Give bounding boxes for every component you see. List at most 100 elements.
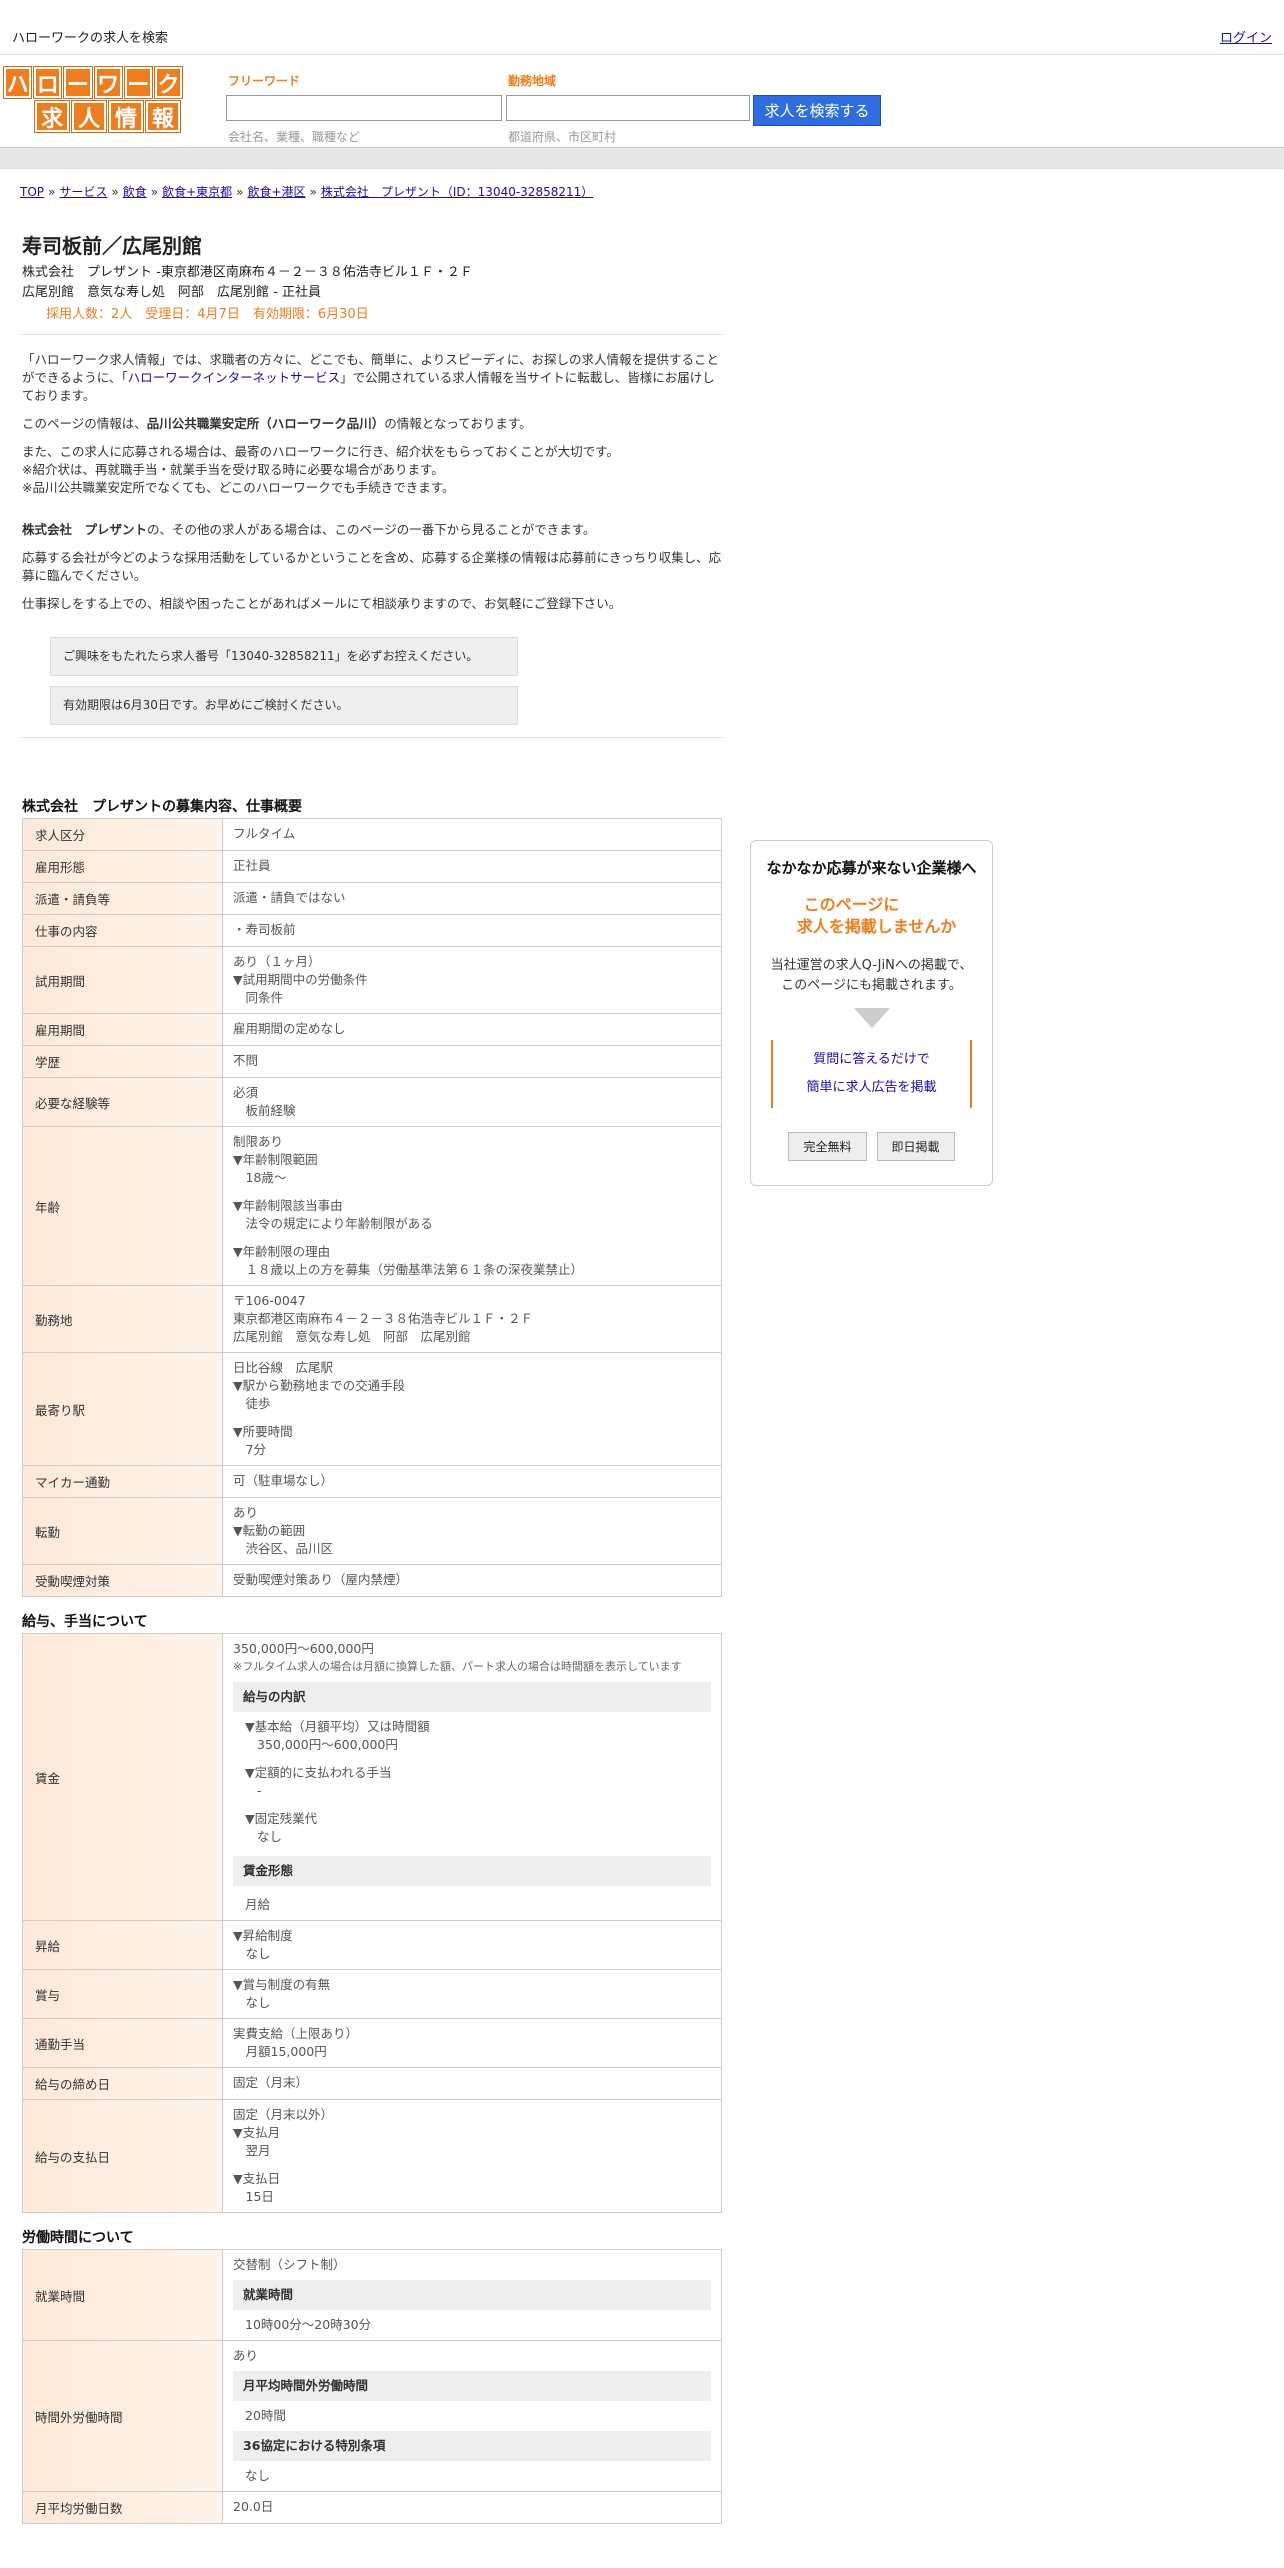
hellowork-logo[interactable]: ハ ロ ー ワ ー ク 求 人 情 報 [4, 67, 183, 135]
row-value: 20.0日 [222, 2491, 722, 2524]
row-value: 正社員 [222, 850, 722, 883]
ad-link-post[interactable]: 簡単に求人広告を掲載 [773, 1074, 970, 1102]
table-row: 派遣・請負等 派遣・請負ではない [22, 882, 722, 915]
intro-p1: 「ハローワーク求人情報」では、求職者の方々に、どこでも、簡単に、よりスピーディに… [22, 352, 720, 403]
table-row: 求人区分 フルタイム [22, 818, 722, 851]
table-row: 試用期間 あり（１ヶ月） ▼試用期間中の労働条件 同条件 [22, 946, 722, 1014]
table-row: 給与の締め日 固定（月末） [22, 2067, 722, 2100]
overview-table: 求人区分 フルタイム 雇用形態 正社員 派遣・請負等 派遣・請負ではない 仕事の内容 ・寿司板… [22, 818, 722, 1597]
row-header: 通勤手当 [22, 2018, 223, 2068]
row-value: あり 月平均時間外労働時間 20時間 36協定における特別条項 なし [222, 2340, 722, 2492]
row-value: 350,000円〜600,000円 ※フルタイム求人の場合は月額に換算した額、パ… [222, 1633, 722, 1921]
intro: 「ハローワーク求人情報」では、求職者の方々に、どこでも、簡単に、よりスピーディに… [22, 351, 722, 725]
row-header: 賞与 [22, 1969, 223, 2019]
logo-char: 情 [109, 101, 143, 132]
row-header: 雇用期間 [22, 1013, 223, 1046]
area-input[interactable] [506, 95, 750, 121]
table-row: 就業時間 交替制（シフト制） 就業時間 10時00分〜20時30分 [22, 2249, 722, 2341]
row-header: 勤務地 [22, 1285, 223, 1353]
main-content: 寿司板前／広尾別館 株式会社 プレザント -東京都港区南麻布４－２－３８佑浩寺ビ… [22, 230, 722, 2538]
row-value: 日比谷線 広尾駅 ▼駅から勤務地までの交通手段 徒歩 ▼所要時間 7分 [222, 1352, 722, 1466]
ad-catch: このページに 求人を掲載しませんか [796, 895, 957, 936]
row-header: 受動喫煙対策 [22, 1564, 223, 1597]
login-link[interactable]: ログイン [1220, 27, 1272, 46]
breadcrumb-company[interactable]: 株式会社 プレザント（ID：13040-32858211） [321, 185, 593, 199]
hellowork-internet-link[interactable]: ハローワークインターネットサービス [128, 370, 341, 385]
breadcrumb-service[interactable]: サービス [59, 185, 107, 199]
row-header: 賃金 [22, 1633, 223, 1921]
row-header: 雇用形態 [22, 850, 223, 883]
row-header: マイカー通勤 [22, 1465, 223, 1498]
intro-p5: 応募する会社が今どのような採用活動をしているかということを含め、応募する企業様の… [22, 550, 722, 583]
table-row: 通勤手当 実費支給（上限あり） 月額15,000円 [22, 2018, 722, 2068]
row-value: あり（１ヶ月） ▼試用期間中の労働条件 同条件 [222, 946, 722, 1014]
same-day-button[interactable]: 即日掲載 [876, 1132, 955, 1161]
breadcrumb-top[interactable]: TOP [20, 185, 44, 199]
row-header: 試用期間 [22, 946, 223, 1014]
row-header: 求人区分 [22, 818, 223, 851]
row-value: あり ▼転勤の範囲 渋谷区、品川区 [222, 1497, 722, 1565]
table-row: 最寄り駅 日比谷線 広尾駅 ▼駅から勤務地までの交通手段 徒歩 ▼所要時間 7分 [22, 1352, 722, 1466]
site-title: ハローワークの求人を検索 [12, 31, 169, 46]
ad-title: なかなか応募が来ない企業様へ [766, 859, 977, 877]
table-row: 仕事の内容 ・寿司板前 [22, 914, 722, 947]
row-value: 固定（月末） [222, 2067, 722, 2100]
row-header: 学歴 [22, 1045, 223, 1078]
divider-bar [0, 148, 1284, 169]
row-value: ・寿司板前 [222, 914, 722, 947]
intro-p2: このページの情報は、品川公共職業安定所（ハローワーク品川）の情報となっております… [22, 416, 532, 431]
row-header: 給与の支払日 [22, 2099, 223, 2213]
job-title: 寿司板前／広尾別館 [22, 234, 202, 258]
row-header: 最寄り駅 [22, 1352, 223, 1466]
row-value: 〒106-0047 東京都港区南麻布４－２－３８佑浩寺ビル１Ｆ・２Ｆ 広尾別館 意気… [222, 1285, 722, 1353]
breadcrumb-food-minato[interactable]: 飲食+港区 [247, 185, 305, 199]
row-value: 実費支給（上限あり） 月額15,000円 [222, 2018, 722, 2068]
row-value: 交替制（シフト制） 就業時間 10時00分〜20時30分 [222, 2249, 722, 2341]
breadcrumb-food[interactable]: 飲食 [123, 185, 147, 199]
arrow-down-icon [853, 1008, 890, 1028]
row-value: 可（駐車場なし） [222, 1465, 722, 1498]
row-header: 昇給 [22, 1920, 223, 1970]
table-row: 昇給 ▼昇給制度 なし [22, 1920, 722, 1970]
table-row: 受動喫煙対策 受動喫煙対策あり（屋内禁煙） [22, 1564, 722, 1597]
logo-char: 求 [35, 101, 69, 132]
section-title-hours: 労働時間について [22, 2230, 134, 2246]
ad-description: 当社運営の求人Q-JiNへの掲載で、 このページにも掲載されます。 [770, 958, 973, 993]
row-header: 給与の締め日 [22, 2067, 223, 2100]
logo-char: ハ [4, 67, 32, 98]
search-button[interactable]: 求人を検索する [753, 95, 881, 126]
advertiser-ad-box: なかなか応募が来ない企業様へ このページに 求人を掲載しませんか 当社運営の求人… [750, 840, 993, 1186]
top-bar: ハローワークの求人を検索 ログイン [0, 0, 1284, 55]
area-label: 勤務地域 [508, 74, 557, 88]
table-row: 給与の支払日 固定（月末以外） ▼支払月 翌月 ▼支払日 15日 [22, 2099, 722, 2213]
row-header: 年齢 [22, 1126, 223, 1286]
job-dates: 採用人数：2人 受理日：4月7日 有効期限：6月30日 [46, 307, 369, 322]
row-value: フルタイム [222, 818, 722, 851]
free-badge-button[interactable]: 完全無料 [788, 1132, 867, 1161]
table-row: 学歴 不問 [22, 1045, 722, 1078]
area-hint: 都道府県、市区町村 [508, 130, 617, 144]
row-header: 転勤 [22, 1497, 223, 1565]
notice-expiry: 有効期限は6月30日です。お早めにご検討ください。 [50, 686, 518, 725]
row-header: 必要な経験等 [22, 1077, 223, 1127]
freeword-label: フリーワード [228, 74, 301, 88]
breadcrumb: TOP» サービス» 飲食» 飲食+東京都» 飲食+港区» 株式会社 プレザント（ID：1… [20, 185, 594, 199]
freeword-input[interactable] [226, 95, 502, 121]
section-title-overview: 株式会社 プレザントの募集内容、仕事概要 [22, 799, 302, 815]
intro-p6: 仕事探しをする上での、相談や困ったことがあればメールにて相談承りますので、お気軽… [22, 596, 622, 611]
table-row: 賃金 350,000円〜600,000円 ※フルタイム求人の場合は月額に換算した… [22, 1633, 722, 1921]
row-value: 制限あり ▼年齢制限範囲 18歳〜 ▼年齢制限該当事由 法令の規定により年齢制限… [222, 1126, 722, 1286]
table-row: 必要な経験等 必須 板前経験 [22, 1077, 722, 1127]
breadcrumb-food-tokyo[interactable]: 飲食+東京都 [162, 185, 232, 199]
salary-table: 賃金 350,000円〜600,000円 ※フルタイム求人の場合は月額に換算した… [22, 1633, 722, 2213]
row-value: 固定（月末以外） ▼支払月 翌月 ▼支払日 15日 [222, 2099, 722, 2213]
row-value: ▼昇給制度 なし [222, 1920, 722, 1970]
row-value: 必須 板前経験 [222, 1077, 722, 1127]
logo-char: ロ [34, 67, 62, 98]
logo-char: 報 [146, 101, 180, 132]
table-row: 時間外労働時間 あり 月平均時間外労働時間 20時間 36協定における特別条項 … [22, 2340, 722, 2492]
table-row: 月平均労働日数 20.0日 [22, 2491, 722, 2524]
hours-table: 就業時間 交替制（シフト制） 就業時間 10時00分〜20時30分 時間外労働時… [22, 2249, 722, 2524]
table-row: 賞与 ▼賞与制度の有無 なし [22, 1969, 722, 2019]
ad-link-questions[interactable]: 質問に答えるだけで [773, 1046, 970, 1074]
